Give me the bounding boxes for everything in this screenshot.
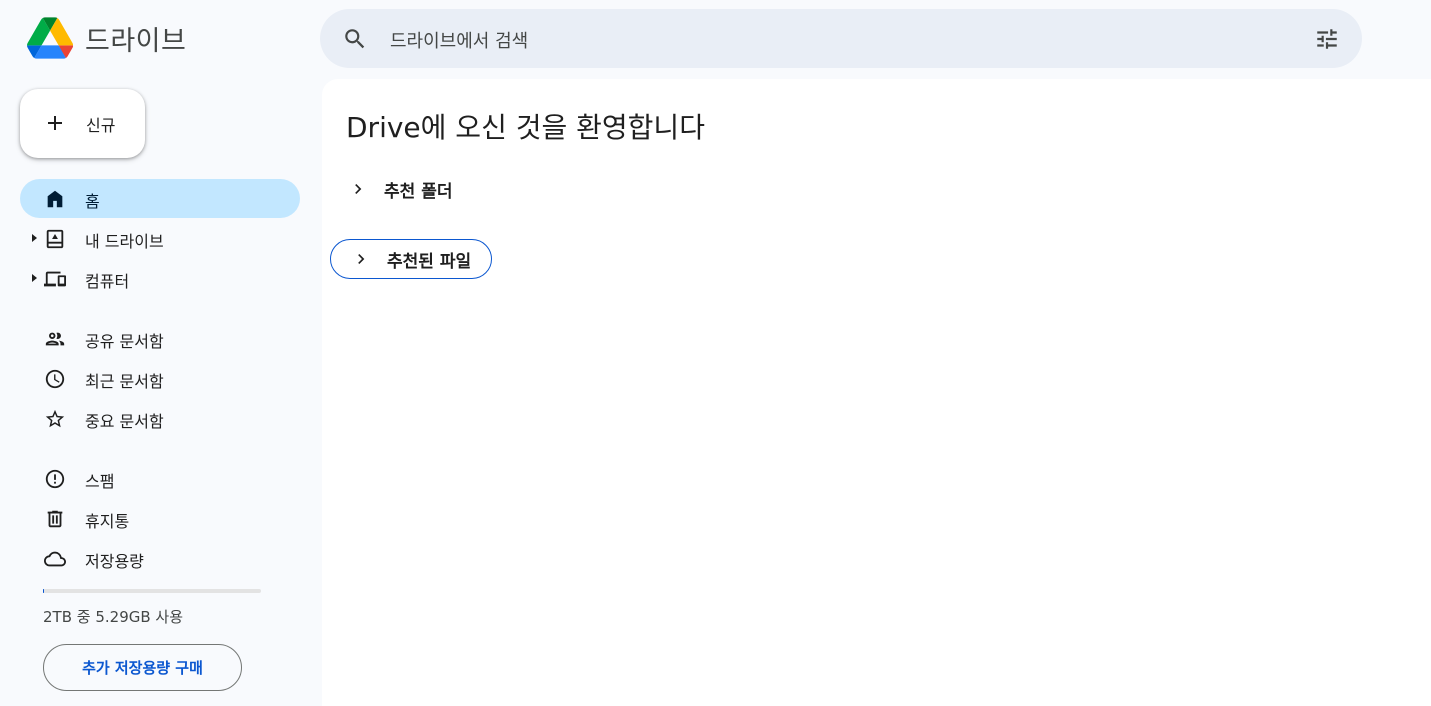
sidebar-item-label: 휴지통 <box>85 512 130 531</box>
page-title: Drive에 오신 것을 환영합니다 <box>346 111 705 144</box>
sidebar-item-shared[interactable]: 공유 문서함 <box>20 319 300 358</box>
chevron-right-icon <box>355 184 362 194</box>
storage-usage-bar <box>43 589 261 593</box>
sidebar-item-label: 최근 문서함 <box>85 372 164 391</box>
suggested-folders-toggle[interactable]: 추천 폴더 <box>346 169 452 209</box>
main-content: Drive에 오신 것을 환영합니다 추천 폴더 추천된 파일 <box>322 79 1431 706</box>
tune-icon[interactable] <box>1314 26 1340 52</box>
section-label: 추천 폴더 <box>384 181 453 202</box>
sidebar-item-starred[interactable]: 중요 문서함 <box>20 399 300 438</box>
clock-icon <box>45 369 65 389</box>
search-icon[interactable] <box>342 26 368 52</box>
trash-icon <box>47 510 63 528</box>
storage-usage-text: 2TB 중 5.29GB 사용 <box>43 608 184 626</box>
sidebar-item-home[interactable]: 홈 <box>20 179 300 218</box>
shared-icon <box>45 332 65 346</box>
search-bar[interactable]: 드라이브에서 검색 <box>320 9 1362 68</box>
buy-storage-button[interactable]: 추가 저장용량 구매 <box>43 644 242 691</box>
sidebar-item-computers[interactable]: 컴퓨터 <box>20 259 300 298</box>
sidebar-item-label: 내 드라이브 <box>85 232 164 251</box>
computers-icon <box>44 271 66 287</box>
app-title: 드라이브 <box>85 26 187 57</box>
sidebar-item-label: 중요 문서함 <box>85 412 164 431</box>
sidebar-item-trash[interactable]: 휴지통 <box>20 499 300 538</box>
section-label: 추천된 파일 <box>387 251 472 272</box>
search-input[interactable]: 드라이브에서 검색 <box>390 27 528 53</box>
chevron-right-icon <box>358 254 365 264</box>
expand-caret-icon[interactable] <box>32 274 37 282</box>
plus-icon <box>48 116 62 130</box>
sidebar-item-my-drive[interactable]: 내 드라이브 <box>20 219 300 258</box>
sidebar-item-label: 컴퓨터 <box>85 272 130 291</box>
sidebar-item-label: 공유 문서함 <box>85 332 164 351</box>
suggested-files-toggle[interactable]: 추천된 파일 <box>330 239 493 279</box>
storage-usage-fill <box>43 589 44 593</box>
sidebar-item-storage[interactable]: 저장용량 <box>20 539 300 578</box>
new-button-label: 신규 <box>86 116 116 135</box>
sidebar-item-label: 스팸 <box>85 472 115 491</box>
star-icon <box>45 409 65 428</box>
cloud-icon <box>44 551 66 567</box>
sidebar-item-label: 홈 <box>85 192 100 211</box>
my-drive-icon <box>46 229 64 249</box>
expand-caret-icon[interactable] <box>32 234 37 242</box>
sidebar-item-recent[interactable]: 최근 문서함 <box>20 359 300 398</box>
drive-logo[interactable]: 드라이브 <box>27 17 186 59</box>
new-button[interactable]: 신규 <box>20 89 145 158</box>
sidebar-item-spam[interactable]: 스팸 <box>20 459 300 498</box>
spam-icon <box>45 469 65 489</box>
sidebar-item-label: 저장용량 <box>85 552 144 571</box>
home-icon <box>47 190 63 208</box>
drive-logo-icon <box>27 17 73 59</box>
